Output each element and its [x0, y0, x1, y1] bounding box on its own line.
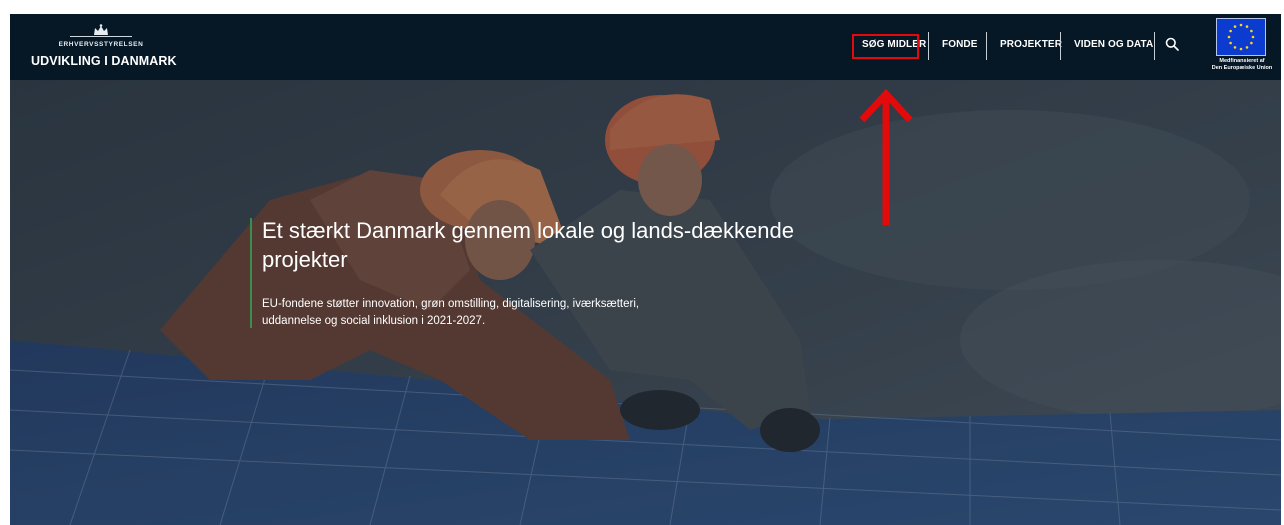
eu-caption: Medfinansieret af Den Europæiske Union: [1211, 58, 1273, 71]
search-icon[interactable]: [1165, 37, 1179, 51]
hero-accent-bar: [250, 218, 252, 328]
nav-projekter[interactable]: PROJEKTER: [1000, 39, 1062, 50]
nav-divider: [1154, 32, 1155, 60]
nav-divider: [1060, 32, 1061, 60]
nav-divider: [986, 32, 987, 60]
hero-section: Et stærkt Danmark gennem lokale og lands…: [10, 80, 1281, 525]
eu-cofinanced-badge: Medfinansieret af Den Europæiske Union: [1212, 18, 1276, 78]
highlight-box: [852, 34, 919, 59]
eu-flag-icon: [1216, 18, 1266, 56]
browser-viewport: Et stærkt Danmark gennem lokale og lands…: [10, 14, 1281, 525]
nav-divider: [928, 32, 929, 60]
site-header: Erhvervsstyrelsen UDVIKLING I DANMARK SØ…: [10, 14, 1281, 80]
site-logo[interactable]: Erhvervsstyrelsen UDVIKLING I DANMARK: [30, 24, 177, 74]
nav-fonde[interactable]: FONDE: [942, 39, 978, 50]
hero-description: EU-fondene støtter innovation, grøn omst…: [262, 298, 640, 327]
brand-name: UDVIKLING I DANMARK: [31, 54, 177, 68]
logo-divider: [70, 36, 132, 37]
hero-title: Et stærkt Danmark gennem lokale og lands…: [262, 218, 794, 272]
org-name: Erhvervsstyrelsen: [58, 41, 144, 48]
nav-viden-og-data[interactable]: VIDEN OG DATA: [1074, 39, 1153, 50]
crown-icon: [94, 24, 108, 35]
